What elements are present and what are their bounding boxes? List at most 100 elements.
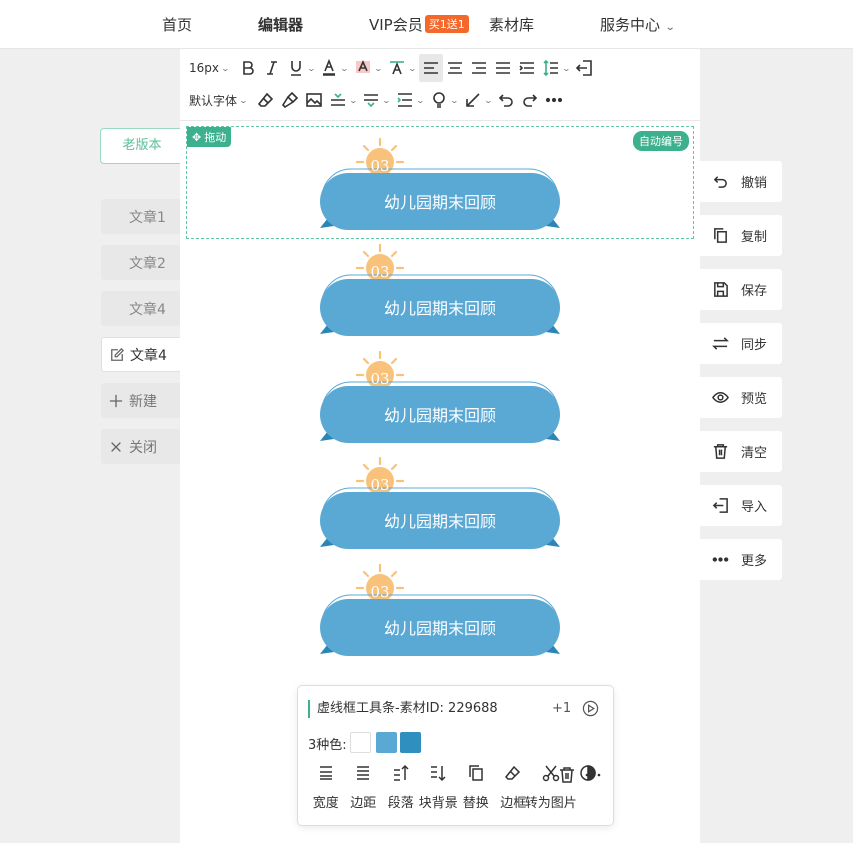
italic-button[interactable] xyxy=(260,54,284,82)
drag-handle[interactable]: ✥ 拖动 xyxy=(187,127,232,147)
undo-side-button[interactable]: 撤销 xyxy=(700,161,782,202)
play-circle-icon[interactable] xyxy=(582,700,599,717)
color-swatch-white[interactable] xyxy=(350,732,371,753)
title-text: 幼儿园期末回顾 xyxy=(383,619,496,638)
replace-tool[interactable]: 替换 xyxy=(457,764,495,811)
line-height-button[interactable]: ⌄ xyxy=(539,54,573,82)
format-painter-button[interactable] xyxy=(278,86,302,114)
title-block[interactable]: 03 幼儿园期末回顾 xyxy=(310,346,570,456)
copy-side-button[interactable]: 复制 xyxy=(700,215,782,256)
text-effect-button[interactable]: ⌄ xyxy=(385,54,419,82)
image-button[interactable] xyxy=(302,86,326,114)
more-side-button[interactable]: 更多 xyxy=(700,539,782,580)
preview-side-button[interactable]: 预览 xyxy=(700,377,782,418)
import-icon xyxy=(712,498,728,513)
font-size-select[interactable]: 16px ⌄ xyxy=(186,54,232,82)
width-tool-label: 宽度 xyxy=(312,796,339,811)
redo-button[interactable] xyxy=(518,86,542,114)
drag-label: 拖动 xyxy=(204,131,227,144)
nav-home[interactable]: 首页 xyxy=(162,14,192,35)
undo-icon xyxy=(499,94,514,107)
eye-icon xyxy=(712,392,729,403)
paragraph-tool-label: 段落 xyxy=(387,796,414,811)
title-block[interactable]: 03 幼儿园期末回顾 xyxy=(310,239,570,349)
eraser-button[interactable] xyxy=(254,86,278,114)
eraser-icon xyxy=(505,765,521,780)
close-article-button[interactable]: 关闭 xyxy=(101,429,181,464)
exit-button[interactable] xyxy=(572,54,596,82)
old-version-button[interactable]: 老版本 xyxy=(100,128,184,164)
block-background-tool-label: 块背景 xyxy=(418,796,458,811)
more-icon[interactable] xyxy=(584,766,602,784)
paragraph-down-icon xyxy=(431,766,446,782)
new-article-button[interactable]: 新建 xyxy=(101,383,181,418)
current-article-label: 文章4 xyxy=(130,347,167,364)
color-swatch-light-blue[interactable] xyxy=(376,732,397,753)
color-swatch-dark-blue[interactable] xyxy=(400,732,421,753)
font-family-select[interactable]: 默认字体 ⌄ xyxy=(186,86,250,114)
underline-button[interactable]: ⌄ xyxy=(284,54,318,82)
save-side-button[interactable]: 保存 xyxy=(700,269,782,310)
width-tool[interactable]: 宽度 xyxy=(307,764,345,811)
article-tab-2[interactable]: 文章2 xyxy=(101,245,181,280)
nav-vip[interactable]: VIP会员 买1送1 xyxy=(369,14,469,35)
title-text: 幼儿园期末回顾 xyxy=(383,193,496,212)
title-block[interactable]: 03 幼儿园期末回顾 xyxy=(310,133,570,243)
nav-editor[interactable]: 编辑器 xyxy=(258,14,303,35)
bulb-button[interactable]: ⌄ xyxy=(427,86,461,114)
article-tab-current[interactable]: 文章4 xyxy=(101,337,181,372)
spacing-button[interactable]: ⌄ xyxy=(359,86,393,114)
title-number: 03 xyxy=(370,157,390,175)
align-left-icon xyxy=(423,62,438,74)
undo-label: 撤销 xyxy=(741,176,768,191)
article-tab-1[interactable]: 文章1 xyxy=(101,199,181,234)
align-center-button[interactable] xyxy=(443,54,467,82)
nav-materials[interactable]: 素材库 xyxy=(489,14,534,35)
margin-tool[interactable]: 边距 xyxy=(345,764,383,811)
paragraph-spacing-button[interactable]: ⌄ xyxy=(393,86,427,114)
chevron-down-icon: ⌄ xyxy=(449,95,459,105)
title-block-graphic xyxy=(320,350,560,443)
auto-number-button[interactable]: 自动编号 xyxy=(633,131,689,151)
import-side-button[interactable]: 导入 xyxy=(700,485,782,526)
plus-one-button[interactable]: +1 xyxy=(552,700,571,718)
align-left-button[interactable] xyxy=(418,54,443,82)
chevron-down-icon: ⌄ xyxy=(373,63,384,73)
trash-icon xyxy=(713,444,728,459)
bulb-icon xyxy=(433,92,445,108)
align-right-button[interactable] xyxy=(467,54,491,82)
indent-button[interactable] xyxy=(515,54,539,82)
title-block[interactable]: 03 幼儿园期末回顾 xyxy=(310,559,570,669)
chevron-down-icon: ⌄ xyxy=(415,95,426,105)
preview-label: 预览 xyxy=(741,392,768,407)
toolbar-row-2: 默认字体 ⌄ ⌄ ⌄ ⌄ ⌄ ⌄ xyxy=(186,86,566,114)
more-button[interactable] xyxy=(542,86,566,114)
title-block[interactable]: 03 幼儿园期末回顾 xyxy=(310,452,570,562)
sync-side-button[interactable]: 同步 xyxy=(700,323,782,364)
article-tab-3[interactable]: 文章4 xyxy=(101,291,181,326)
divider-button[interactable]: ⌄ xyxy=(326,86,360,114)
align-justify-icon xyxy=(495,62,510,74)
arrow-button[interactable]: ⌄ xyxy=(461,86,495,114)
title-text: 幼儿园期末回顾 xyxy=(383,512,496,531)
paragraph-tool[interactable]: 段落 xyxy=(382,764,420,811)
undo-button[interactable] xyxy=(494,86,518,114)
clear-side-button[interactable]: 清空 xyxy=(700,431,782,472)
vip-promo-badge: 买1送1 xyxy=(424,15,469,33)
bold-button[interactable] xyxy=(236,54,260,82)
title-number: 03 xyxy=(370,583,390,601)
font-color-icon xyxy=(323,59,336,76)
font-size-value: 16px xyxy=(189,61,219,75)
align-justify-button[interactable] xyxy=(491,54,515,82)
highlight-icon xyxy=(356,60,371,73)
trash-icon[interactable] xyxy=(558,766,576,784)
highlight-button[interactable]: ⌄ xyxy=(351,54,385,82)
block-background-tool[interactable]: 块背景 xyxy=(418,764,458,811)
font-color-button[interactable]: ⌄ xyxy=(317,54,351,82)
title-block-graphic xyxy=(320,137,560,230)
editor-toolbar: 16px ⌄ ⌄ ⌄ ⌄ ⌄ ⌄ 默认字体 ⌄ ⌄ ⌄ ⌄ ⌄ ⌄ xyxy=(180,49,700,121)
font-family-value: 默认字体 xyxy=(189,93,238,108)
more-icon xyxy=(712,557,729,562)
material-toolbar-popup: 虚线框工具条-素材ID: 229688 +1 3种色: 宽度 边距 段落 块背景… xyxy=(297,685,614,826)
nav-service[interactable]: 服务中心 ⌄ xyxy=(600,14,676,35)
